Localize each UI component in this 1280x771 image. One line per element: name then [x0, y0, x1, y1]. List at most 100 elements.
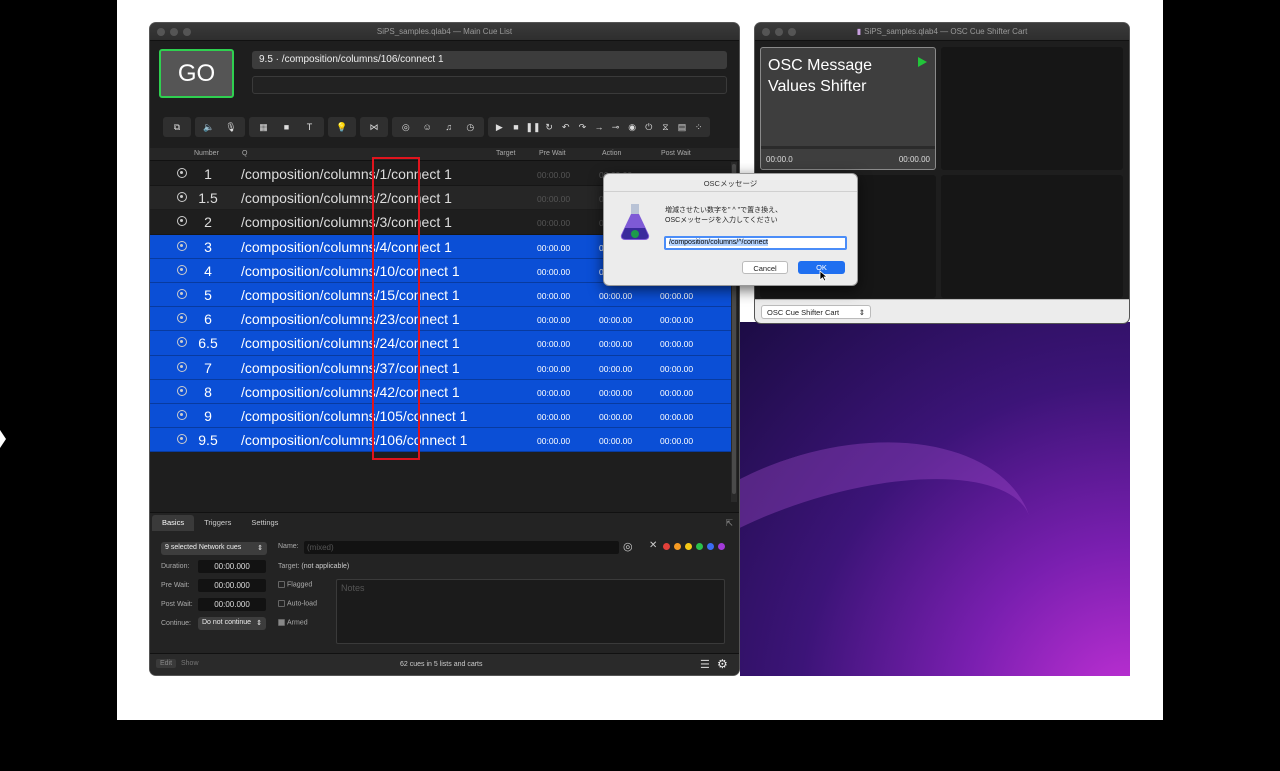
inspector-panel: Basics Triggers Settings ⇱ 9 selected Ne…	[150, 512, 739, 675]
post-wait-field[interactable]: 00:00.000	[198, 598, 266, 611]
cue-row[interactable]: 7/composition/columns/37/connect 1 00:00.…	[150, 355, 731, 380]
detach-inspector-icon[interactable]: ⇱	[725, 518, 733, 529]
color-swatch[interactable]	[707, 543, 714, 550]
column-number[interactable]: Number	[194, 150, 219, 157]
clear-color-icon[interactable]: ✕	[649, 540, 657, 551]
pre-wait-field[interactable]: 00:00.000	[198, 579, 266, 592]
show-mode-button[interactable]: Show	[181, 660, 199, 667]
music-cue-icon[interactable]: ♫	[442, 122, 456, 132]
color-swatch[interactable]	[674, 543, 681, 550]
group-cue-icon[interactable]: ⧉	[170, 122, 184, 133]
fade-cue-icon[interactable]: ⋈	[367, 122, 381, 133]
cart-selector[interactable]: OSC Cue Shifter Cart ⇕	[761, 305, 871, 319]
cart-close-button[interactable]	[762, 28, 770, 36]
dialog-message: 増減させたい数字を" ^ "で置き換え、 OSCメッセージを入力してください	[665, 206, 782, 226]
color-swatch[interactable]	[663, 543, 670, 550]
arm-icon[interactable]: ◉	[625, 122, 639, 133]
flagged-checkbox[interactable]: Flagged	[278, 581, 312, 588]
cart-cell-empty[interactable]	[941, 47, 1123, 170]
column-pre-wait[interactable]: Pre Wait	[539, 150, 566, 157]
go-button[interactable]: GO	[159, 49, 234, 98]
cue-pre-wait: 00:00.00	[537, 194, 571, 205]
midi-cue-icon[interactable]: ☺	[420, 122, 434, 132]
timecode-cue-icon[interactable]: ◷	[463, 122, 477, 133]
devamp-icon[interactable]: ↷	[575, 122, 589, 133]
cue-post-wait: 00:00.00	[660, 290, 694, 301]
cue-number: 9	[204, 407, 212, 424]
cue-row[interactable]: 6.5/composition/columns/24/connect 1 00:0…	[150, 331, 731, 356]
cue-row[interactable]: 6/composition/columns/23/connect 1 00:00.…	[150, 307, 731, 332]
gear-icon[interactable]: ⚙	[717, 657, 728, 671]
reset-icon[interactable]: ↶	[559, 122, 573, 133]
cart-cell-empty[interactable]	[941, 175, 1123, 298]
target-icon[interactable]: ⊸	[609, 122, 623, 133]
title-bar[interactable]: SiPS_samples.qlab4 — Main Cue List	[150, 23, 739, 41]
cue-type-selector[interactable]: 9 selected Network cues ⇕	[161, 542, 267, 555]
light-cue-icon[interactable]: 💡	[335, 122, 349, 133]
audio-tools: 🔈 🎙	[195, 117, 245, 137]
tab-triggers[interactable]: Triggers	[194, 515, 241, 531]
cue-number: 1	[204, 166, 212, 182]
zoom-button[interactable]	[183, 28, 191, 36]
column-q[interactable]: Q	[242, 150, 247, 157]
cue-row[interactable]: 8/composition/columns/42/connect 1 00:00.…	[150, 379, 731, 404]
flagged-label: Flagged	[287, 581, 313, 589]
tab-settings[interactable]: Settings	[241, 515, 288, 531]
minimize-button[interactable]	[170, 28, 178, 36]
memo-icon[interactable]: ▤	[675, 122, 689, 133]
camera-cue-icon[interactable]: ■	[280, 122, 294, 132]
cue-action: 00:00.00	[599, 315, 633, 326]
color-swatch[interactable]	[718, 543, 725, 550]
column-post-wait[interactable]: Post Wait	[661, 150, 691, 157]
cue-row[interactable]: 9/composition/columns/105/connect 1 00:00…	[150, 403, 731, 429]
network-cue-icon	[177, 434, 187, 445]
tab-basics[interactable]: Basics	[152, 515, 195, 531]
stop-icon[interactable]: ■	[509, 122, 523, 132]
video-cue-icon[interactable]: ▦	[257, 122, 271, 133]
cue-row[interactable]: 9.5/composition/columns/106/connect 1 00:…	[150, 428, 731, 453]
elapsed-time: 00:00.0	[766, 155, 793, 164]
armed-checkbox[interactable]: Armed	[278, 619, 308, 626]
notes-field[interactable]: Notes	[336, 579, 725, 644]
continue-mode-selector[interactable]: Do not continue ⇕	[198, 617, 266, 630]
mouse-cursor-icon	[819, 270, 828, 282]
cart-title-bar[interactable]: ▮ SiPS_samples.qlab4 — OSC Cue Shifter Ca…	[755, 23, 1129, 41]
cart-zoom-button[interactable]	[788, 28, 796, 36]
name-field[interactable]: (mixed)	[304, 541, 619, 554]
cue-toolbar: ⧉ 🔈 🎙 ▦ ■ T 💡 ⋈ ◎ ☺ ♫ ◷ ▶ ■ ❚❚ ↻ ↶ ↷ → ⊸ ◉ ⏻ ⧖ ▤ ⁘	[163, 117, 726, 137]
goto-icon[interactable]: →	[592, 122, 606, 132]
audio-cue-icon[interactable]: 🔈	[202, 122, 216, 133]
edit-mode-button[interactable]: Edit	[156, 659, 177, 668]
close-button[interactable]	[157, 28, 165, 36]
color-swatch[interactable]	[696, 543, 703, 550]
cue-name: /composition/columns/3/connect 1	[241, 214, 452, 231]
osc-message-input[interactable]: /composition/columns/^/connect	[664, 236, 847, 250]
cart-minimize-button[interactable]	[775, 28, 783, 36]
script-icon[interactable]: ⁘	[692, 122, 706, 133]
cue-pre-wait: 00:00.00	[537, 242, 571, 253]
target-label: Target: (not applicable)	[278, 563, 349, 570]
cue-row[interactable]: 5/composition/columns/15/connect 1 00:00.…	[150, 282, 731, 308]
cart-window-title: SiPS_samples.qlab4 — OSC Cue Shifter Car…	[864, 27, 1028, 36]
pause-icon[interactable]: ❚❚	[526, 122, 541, 133]
network-cue-icon[interactable]: ◎	[399, 122, 413, 133]
cancel-button[interactable]: Cancel	[742, 261, 788, 274]
start-icon[interactable]: ▶	[492, 122, 506, 133]
duration-field[interactable]: 00:00.000	[198, 560, 266, 573]
chevron-updown-icon: ⇕	[256, 620, 262, 627]
cue-pre-wait: 00:00.00	[537, 411, 571, 422]
disarm-icon[interactable]: ⏻	[642, 122, 656, 133]
text-cue-icon[interactable]: T	[303, 122, 317, 132]
auto-load-checkbox[interactable]: Auto-load	[278, 600, 317, 607]
mic-cue-icon[interactable]: 🎙	[224, 122, 238, 133]
lists-icon[interactable]: ☰	[700, 658, 710, 671]
cart-cue-tile[interactable]: OSC Message Values Shifter 00:00.0 00:00…	[760, 47, 936, 170]
cue-pre-wait: 00:00.00	[537, 266, 571, 277]
color-swatch[interactable]	[685, 543, 692, 550]
network-cue-icon	[177, 216, 187, 227]
cue-notes-field[interactable]	[252, 76, 727, 94]
column-action[interactable]: Action	[602, 150, 621, 157]
column-target[interactable]: Target	[496, 150, 515, 157]
wait-icon[interactable]: ⧖	[658, 122, 672, 133]
load-icon[interactable]: ↻	[542, 122, 556, 133]
